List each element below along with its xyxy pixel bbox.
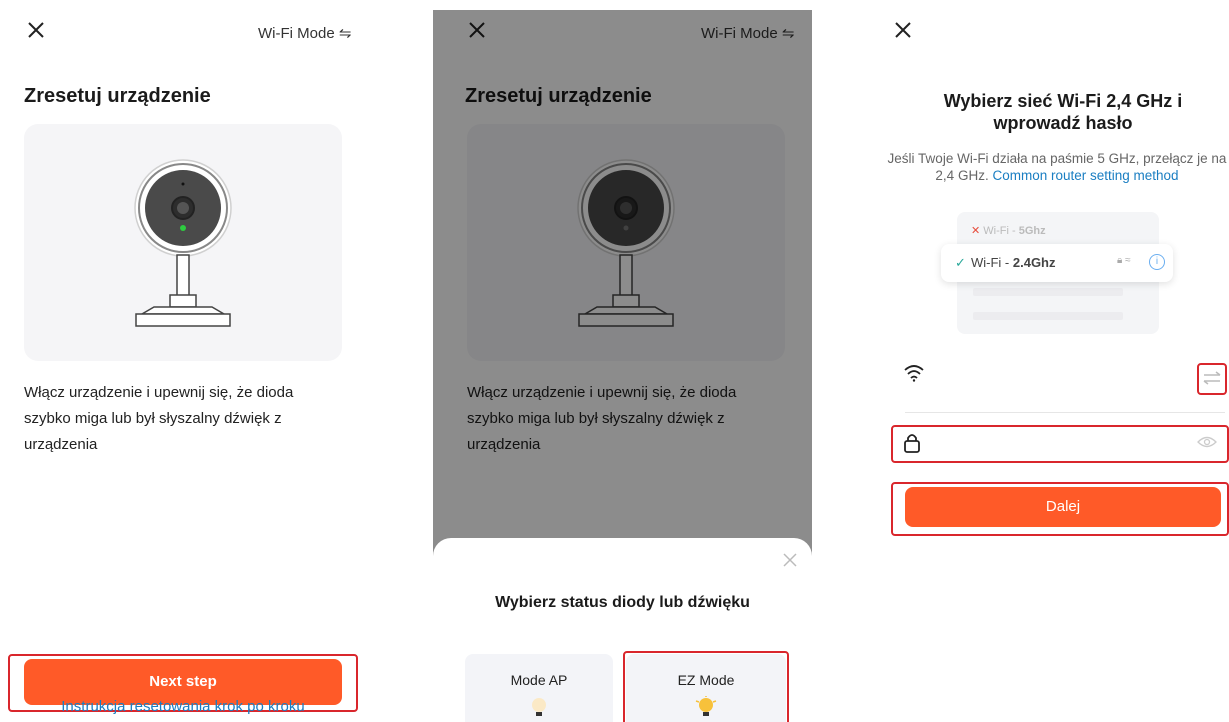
reset-instructions-link[interactable]: Instrukcja resetowania krok po kroku	[24, 698, 342, 715]
divider	[905, 412, 1225, 413]
switch-network-button[interactable]	[1197, 363, 1227, 395]
wifi-5g-row: ✕ Wi-Fi - 5Ghz	[971, 225, 1046, 237]
info-icon: i	[1149, 254, 1165, 270]
mode-ap-option[interactable]: Mode AP	[465, 654, 613, 722]
lock-icon	[903, 432, 921, 459]
close-icon[interactable]	[26, 20, 46, 45]
page-title: Wybierz sieć Wi-Fi 2,4 GHz i wprowadź ha…	[943, 91, 1183, 133]
reset-device-screen: Wi-Fi Mode ⇋ Zresetuj urządzenie Włącz u…	[0, 0, 362, 722]
wifi-band-hint: Jeśli Twoje Wi-Fi działa na paśmie 5 GHz…	[885, 150, 1229, 184]
router-setting-link[interactable]: Common router setting method	[992, 168, 1178, 183]
page-title: Zresetuj urządzenie	[24, 85, 211, 107]
eye-icon[interactable]	[1197, 435, 1217, 454]
wifi-mode-switch[interactable]: Wi-Fi Mode ⇋	[258, 24, 351, 42]
camera-icon	[134, 159, 232, 327]
next-button[interactable]: Dalej	[905, 487, 1221, 527]
camera-illustration	[24, 124, 342, 361]
ssid-input[interactable]	[935, 364, 1165, 386]
password-input[interactable]	[935, 434, 1175, 456]
lock-wifi-icon: 🔒︎ ≈	[1117, 255, 1131, 266]
sheet-title: Wybierz status diody lub dźwięku	[495, 594, 750, 611]
check-icon: ✓	[955, 255, 966, 270]
wifi-24g-row: ✓ Wi-Fi - 2.4Ghz 🔒︎ ≈ i	[941, 244, 1173, 282]
instruction-text: Włącz urządzenie i upewnij się, że dioda…	[24, 384, 294, 453]
ez-mode-highlight	[623, 651, 789, 722]
sheet-close-icon[interactable]	[782, 552, 798, 573]
switch-arrows-icon: ⇋	[338, 25, 352, 42]
close-icon[interactable]	[893, 20, 913, 45]
switch-arrows-icon	[1203, 371, 1221, 385]
wifi-icon	[903, 364, 925, 387]
led-status-screen: Wi-Fi Mode ⇋ Zresetuj urządzenie Włącz u…	[433, 10, 812, 722]
mode-ap-label: Mode AP	[510, 672, 568, 688]
wifi-mode-label: Wi-Fi Mode	[258, 25, 335, 42]
led-status-sheet: Wybierz status diody lub dźwięku Mode AP…	[433, 538, 812, 722]
wifi-setup-screen: Wybierz sieć Wi-Fi 2,4 GHz i wprowadź ha…	[885, 0, 1229, 722]
bulb-off-icon	[532, 698, 546, 716]
